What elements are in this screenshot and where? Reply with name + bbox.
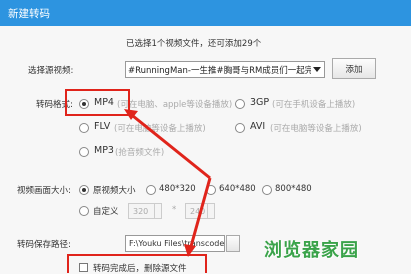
watermark: 浏览器家园 [264,240,359,261]
arrow-to-mp4 [127,110,211,180]
arrow-to-delete-head [184,244,196,257]
arrow-to-delete [188,177,212,251]
annotation-arrows [124,109,212,257]
